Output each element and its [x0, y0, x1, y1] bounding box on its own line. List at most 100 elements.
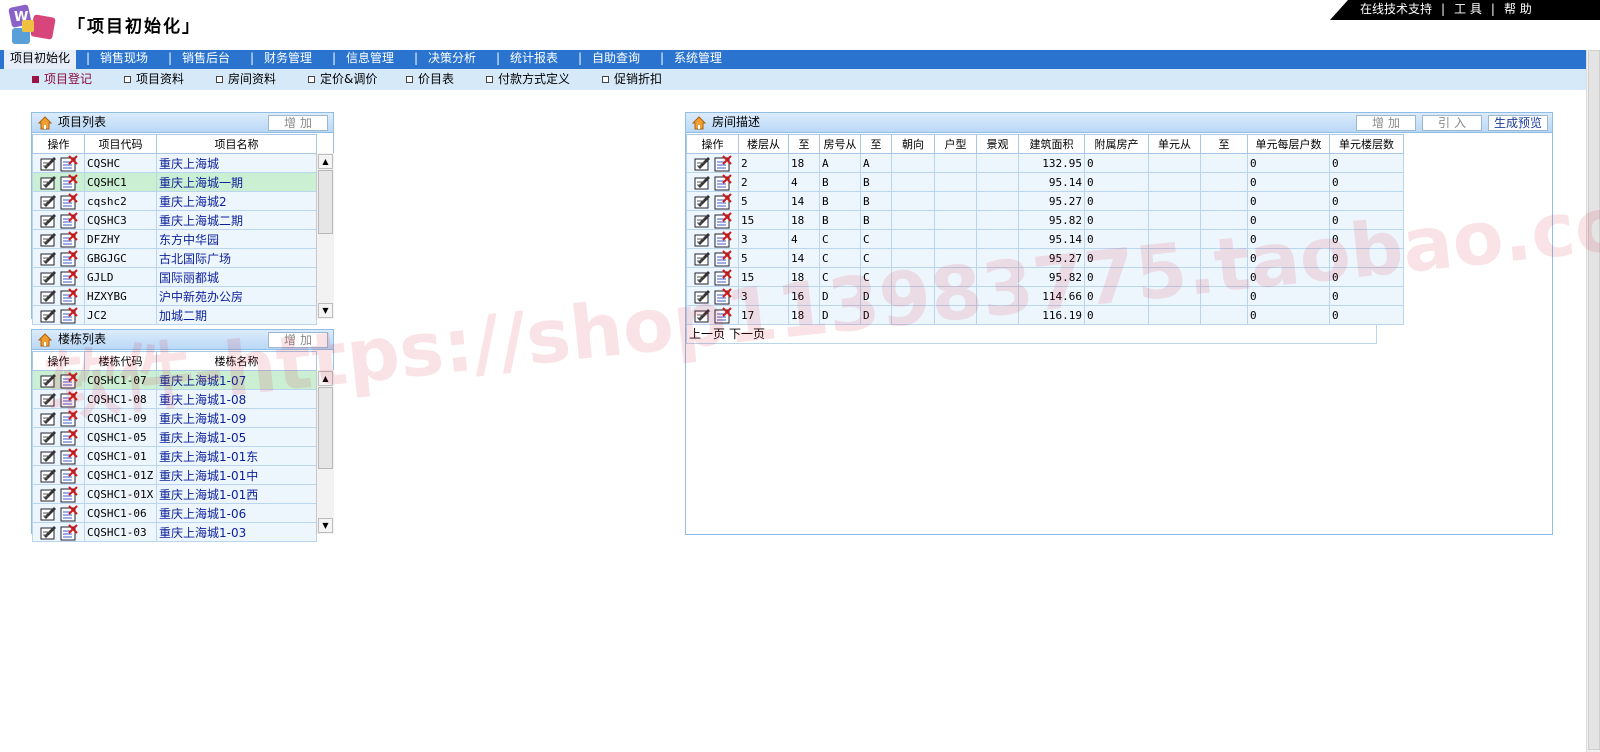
delete-icon[interactable]	[60, 306, 78, 324]
table-row[interactable]: GBGJGC 古北国际广场	[32, 248, 317, 268]
name-link[interactable]: 重庆上海城2	[156, 191, 317, 211]
edit-icon[interactable]	[40, 486, 58, 503]
table-row[interactable]: 15 18 B B 95.82 0 0 0	[686, 210, 1404, 230]
edit-icon[interactable]	[694, 174, 712, 191]
delete-icon[interactable]	[60, 447, 78, 465]
table-row[interactable]: HZXYBG 沪中新苑办公房	[32, 286, 317, 306]
scroll-down-icon[interactable]: ▼	[318, 518, 333, 533]
tools-link[interactable]: 工 具	[1454, 0, 1482, 18]
name-link[interactable]: 重庆上海城一期	[156, 172, 317, 192]
edit-icon[interactable]	[694, 193, 712, 210]
help-link[interactable]: 帮 助	[1504, 0, 1532, 18]
online-support-link[interactable]: 在线技术支持	[1360, 0, 1432, 18]
name-link[interactable]: 东方中华园	[156, 229, 317, 249]
menu-sales-site[interactable]: 销售现场	[100, 50, 148, 69]
delete-icon[interactable]	[60, 390, 78, 408]
name-link[interactable]: 重庆上海城	[156, 153, 317, 173]
table-row[interactable]: CQSHC1-06 重庆上海城1-06	[32, 503, 317, 523]
next-page-link[interactable]: 下一页	[729, 327, 765, 341]
edit-icon[interactable]	[40, 231, 58, 248]
add-building-button[interactable]: 增加	[268, 332, 328, 348]
generate-preview-button[interactable]: 生成预览	[1488, 115, 1548, 131]
menu-project-init[interactable]: 项目初始化	[4, 50, 77, 69]
name-link[interactable]: 重庆上海城1-06	[156, 503, 317, 523]
edit-icon[interactable]	[694, 288, 712, 305]
table-row[interactable]: CQSHC 重庆上海城	[32, 153, 317, 173]
name-link[interactable]: 加城二期	[156, 305, 317, 325]
delete-icon[interactable]	[60, 192, 78, 210]
building-list-scrollbar[interactable]: ▲ ▼	[316, 370, 334, 534]
menu-self-query[interactable]: 自助查询	[592, 50, 640, 69]
name-link[interactable]: 重庆上海城1-01西	[156, 484, 317, 504]
edit-icon[interactable]	[694, 250, 712, 267]
submenu-promotion[interactable]: 促销折扣	[602, 72, 662, 87]
delete-icon[interactable]	[714, 306, 732, 324]
menu-decision[interactable]: 决策分析	[428, 50, 476, 69]
table-row[interactable]: CQSHC1-09 重庆上海城1-09	[32, 408, 317, 428]
delete-icon[interactable]	[60, 230, 78, 248]
edit-icon[interactable]	[694, 155, 712, 172]
table-row[interactable]: JC2 加城二期	[32, 305, 317, 325]
delete-icon[interactable]	[60, 268, 78, 286]
delete-icon[interactable]	[714, 268, 732, 286]
delete-icon[interactable]	[714, 154, 732, 172]
name-link[interactable]: 重庆上海城1-01东	[156, 446, 317, 466]
name-link[interactable]: 国际丽都城	[156, 267, 317, 287]
import-room-button[interactable]: 引入	[1422, 115, 1482, 131]
table-row[interactable]: 3 16 D D 114.66 0 0 0	[686, 286, 1404, 306]
prev-page-link[interactable]: 上一页	[689, 327, 725, 341]
edit-icon[interactable]	[40, 307, 58, 324]
delete-icon[interactable]	[60, 154, 78, 172]
edit-icon[interactable]	[694, 231, 712, 248]
page-scrollbar[interactable]	[1586, 50, 1600, 752]
delete-icon[interactable]	[60, 211, 78, 229]
menu-reports[interactable]: 统计报表	[510, 50, 558, 69]
delete-icon[interactable]	[60, 249, 78, 267]
table-row[interactable]: DFZHY 东方中华园	[32, 229, 317, 249]
edit-icon[interactable]	[694, 307, 712, 324]
name-link[interactable]: 重庆上海城1-05	[156, 427, 317, 447]
name-link[interactable]: 重庆上海城1-09	[156, 408, 317, 428]
add-room-button[interactable]: 增加	[1356, 115, 1416, 131]
delete-icon[interactable]	[714, 173, 732, 191]
delete-icon[interactable]	[60, 485, 78, 503]
delete-icon[interactable]	[60, 371, 78, 389]
table-row[interactable]: CQSHC1-01X 重庆上海城1-01西	[32, 484, 317, 504]
delete-icon[interactable]	[60, 409, 78, 427]
scroll-thumb[interactable]	[318, 170, 333, 234]
delete-icon[interactable]	[60, 523, 78, 541]
submenu-project-register[interactable]: 项目登记	[32, 72, 92, 87]
name-link[interactable]: 沪中新苑办公房	[156, 286, 317, 306]
edit-icon[interactable]	[40, 212, 58, 229]
edit-icon[interactable]	[40, 524, 58, 541]
submenu-payment-method[interactable]: 付款方式定义	[486, 72, 570, 87]
delete-icon[interactable]	[714, 211, 732, 229]
delete-icon[interactable]	[60, 428, 78, 446]
submenu-pricing[interactable]: 定价&调价	[308, 72, 377, 87]
name-link[interactable]: 重庆上海城1-01中	[156, 465, 317, 485]
menu-sales-backend[interactable]: 销售后台	[182, 50, 230, 69]
table-row[interactable]: 2 4 B B 95.14 0 0 0	[686, 172, 1404, 192]
scroll-down-icon[interactable]: ▼	[318, 303, 333, 318]
project-list-scrollbar[interactable]: ▲ ▼	[316, 153, 334, 319]
delete-icon[interactable]	[714, 192, 732, 210]
table-row[interactable]: 2 18 A A 132.95 0 0 0	[686, 153, 1404, 173]
table-row[interactable]: GJLD 国际丽都城	[32, 267, 317, 287]
edit-icon[interactable]	[40, 372, 58, 389]
edit-icon[interactable]	[40, 155, 58, 172]
submenu-price-list[interactable]: 价目表	[406, 72, 454, 87]
table-row[interactable]: CQSHC1-01Z 重庆上海城1-01中	[32, 465, 317, 485]
edit-icon[interactable]	[40, 429, 58, 446]
scroll-up-icon[interactable]: ▲	[318, 154, 333, 169]
delete-icon[interactable]	[60, 466, 78, 484]
scroll-thumb[interactable]	[318, 387, 333, 469]
edit-icon[interactable]	[40, 467, 58, 484]
menu-system[interactable]: 系统管理	[674, 50, 722, 69]
name-link[interactable]: 重庆上海城二期	[156, 210, 317, 230]
name-link[interactable]: 重庆上海城1-07	[156, 370, 317, 390]
page-scrollbar-thumb[interactable]	[1588, 50, 1600, 750]
table-row[interactable]: CQSHC1-05 重庆上海城1-05	[32, 427, 317, 447]
edit-icon[interactable]	[40, 269, 58, 286]
table-row[interactable]: CQSHC1-08 重庆上海城1-08	[32, 389, 317, 409]
edit-icon[interactable]	[40, 250, 58, 267]
